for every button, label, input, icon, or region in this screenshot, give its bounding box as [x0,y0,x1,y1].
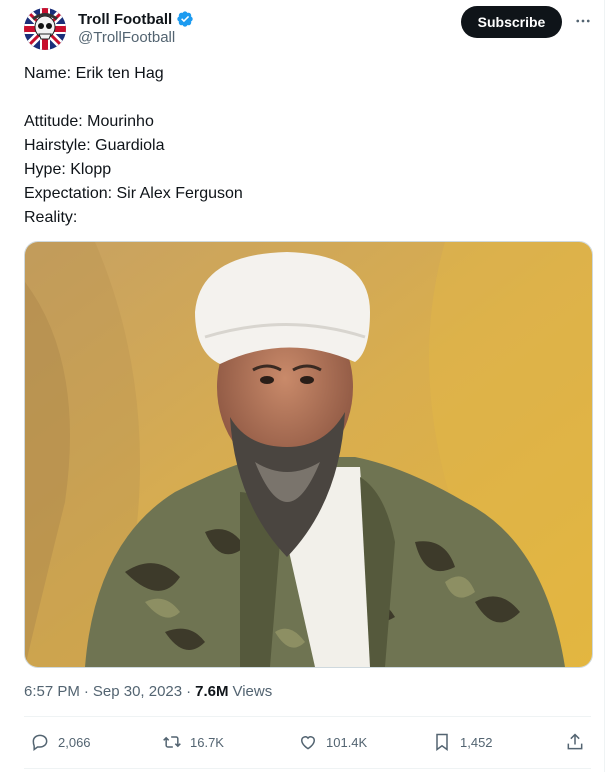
repost-count: 16.7K [190,734,224,750]
reply-button[interactable]: 2,066 [30,732,91,752]
author-avatar[interactable] [24,8,66,50]
like-button[interactable]: 101.4K [298,732,367,752]
meta-separator: · [83,683,89,700]
views-count: 7.6M [195,683,229,700]
tweet-header: Troll Football @TrollFootball Subscribe [24,6,594,54]
bookmark-button[interactable]: 1,452 [432,732,493,752]
tweet-line: Reality: [24,209,78,226]
reply-icon [32,734,48,751]
repost-icon [163,736,181,748]
author-name-row: Troll Football [78,10,194,28]
tweet-actions: 2,066 16.7K 101.4K 1,452 [24,728,591,760]
like-count: 101.4K [326,734,368,750]
tweet-line: Hype: Klopp [24,161,112,178]
bookmark-icon [436,733,448,751]
ellipsis-icon[interactable] [572,10,594,32]
share-button[interactable] [565,732,585,752]
author-handle[interactable]: @TrollFootball [78,29,175,46]
divider [24,768,591,769]
tweet-media-photo[interactable] [24,241,593,668]
reply-count: 2,066 [58,734,91,750]
verified-badge-icon [177,11,193,27]
tweet-text: Name: Erik ten Hag Attitude: Mourinho Ha… [24,62,584,230]
man-in-white-cap-camo-jacket-photo [25,242,592,667]
tweet-line: Hairstyle: Guardiola [24,137,165,154]
bookmark-count: 1,452 [460,734,493,750]
divider [24,716,591,717]
repost-button[interactable]: 16.7K [162,732,224,752]
share-icon [567,733,583,750]
tweet-line: Name: Erik ten Hag [24,65,164,82]
tweet-line: Expectation: Sir Alex Ferguson [24,185,243,202]
tweet-line: Attitude: Mourinho [24,113,154,130]
subscribe-button[interactable]: Subscribe [461,6,562,38]
tweet-meta: 6:57 PM · Sep 30, 2023 · 7.6M Views [24,683,272,700]
views-label: Views [232,683,273,700]
right-border [604,0,605,772]
skull-union-jack-avatar-icon [24,8,66,50]
heart-icon [300,736,316,750]
meta-separator: · [186,683,192,700]
tweet-time[interactable]: 6:57 PM [24,683,80,700]
tweet-date[interactable]: Sep 30, 2023 [93,683,182,700]
author-display-name[interactable]: Troll Football [78,11,172,28]
